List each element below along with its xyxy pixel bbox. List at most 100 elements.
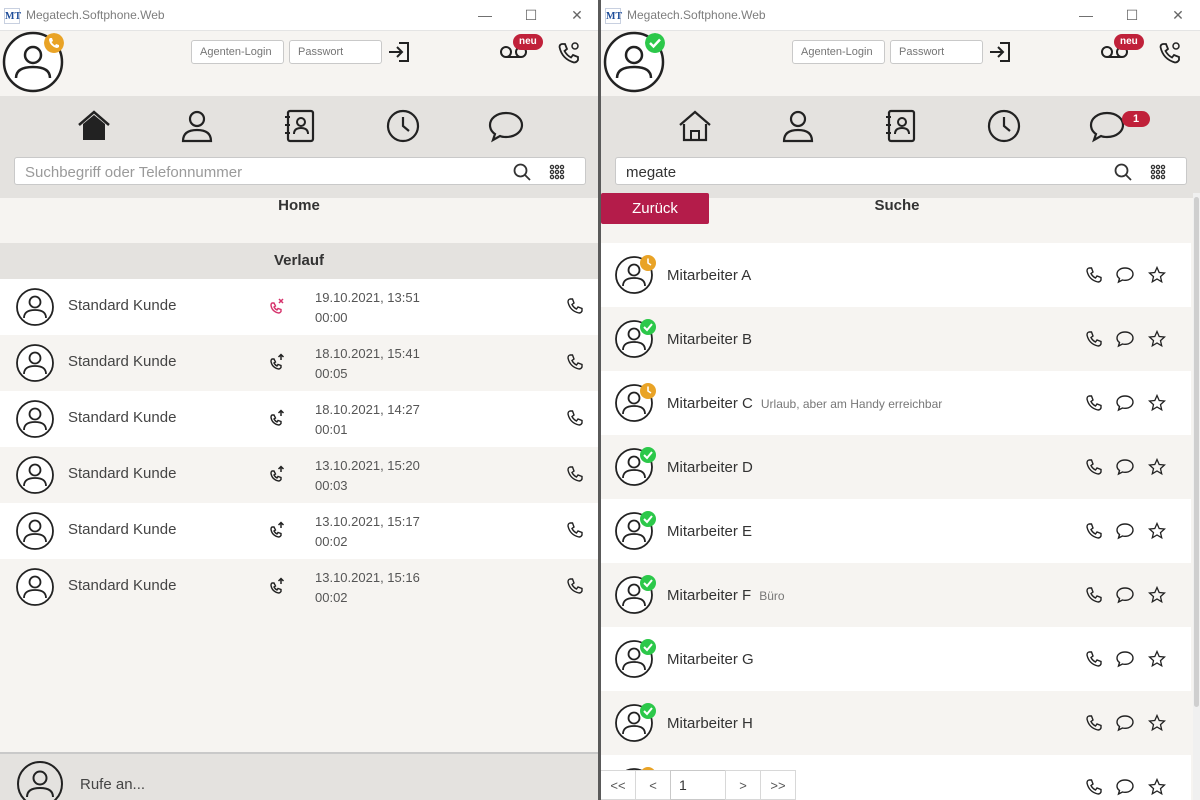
search-input[interactable] xyxy=(626,162,1086,182)
prev-page-button[interactable]: < xyxy=(635,770,671,800)
chat-icon[interactable] xyxy=(488,108,524,144)
contact-name-line: Mitarbeiter D xyxy=(667,459,761,476)
contact-row[interactable]: Mitarbeiter F Büro xyxy=(601,563,1191,627)
contact-row[interactable]: Mitarbeiter D xyxy=(601,435,1191,499)
contact-name: Standard Kunde xyxy=(68,353,177,370)
history-row[interactable]: Standard Kunde 13.10.2021, 15:17 00:02 xyxy=(0,503,598,559)
chat-icon[interactable] xyxy=(1115,778,1135,796)
favorite-star-icon[interactable] xyxy=(1148,522,1166,540)
login-icon[interactable] xyxy=(988,41,1012,63)
dialpad-icon[interactable] xyxy=(1150,164,1166,180)
scrollbar-thumb[interactable] xyxy=(1194,197,1199,707)
call-date: 13.10.2021, 15:20 xyxy=(315,458,420,473)
contact-row[interactable]: Mitarbeiter H xyxy=(601,691,1191,755)
favorite-star-icon[interactable] xyxy=(1148,714,1166,732)
chat-icon[interactable] xyxy=(1115,650,1135,668)
chat-icon[interactable] xyxy=(1115,394,1135,412)
favorite-star-icon[interactable] xyxy=(1148,394,1166,412)
call-icon[interactable] xyxy=(1085,778,1103,796)
contacts-icon[interactable] xyxy=(780,108,816,144)
call-icon[interactable] xyxy=(1085,522,1103,540)
call-icon[interactable] xyxy=(1085,458,1103,476)
search-input[interactable] xyxy=(25,162,485,182)
favorite-star-icon[interactable] xyxy=(1148,586,1166,604)
phonebook-icon[interactable] xyxy=(883,108,919,144)
call-icon[interactable] xyxy=(566,577,584,595)
call-icon[interactable] xyxy=(566,521,584,539)
history-row[interactable]: Standard Kunde 18.10.2021, 14:27 00:01 xyxy=(0,391,598,447)
call-duration: 00:02 xyxy=(315,590,348,605)
chat-icon[interactable] xyxy=(1115,714,1135,732)
window-title: Megatech.Softphone.Web xyxy=(627,8,766,22)
favorite-star-icon[interactable] xyxy=(1148,330,1166,348)
phone-settings-icon[interactable] xyxy=(1157,40,1183,66)
call-icon[interactable] xyxy=(1085,650,1103,668)
phonebook-icon[interactable] xyxy=(282,108,318,144)
favorite-star-icon[interactable] xyxy=(1148,266,1166,284)
chat-icon[interactable] xyxy=(1115,266,1135,284)
next-page-button[interactable]: > xyxy=(725,770,761,800)
maximize-button[interactable]: ☐ xyxy=(1121,4,1143,26)
call-icon[interactable] xyxy=(1085,586,1103,604)
favorite-star-icon[interactable] xyxy=(1148,778,1166,796)
close-button[interactable]: ✕ xyxy=(1167,4,1189,26)
dialpad-icon[interactable] xyxy=(549,164,565,180)
home-icon[interactable] xyxy=(677,108,713,144)
call-icon[interactable] xyxy=(1085,714,1103,732)
call-duration: 00:03 xyxy=(315,478,348,493)
chat-icon[interactable] xyxy=(1115,458,1135,476)
call-icon[interactable] xyxy=(566,409,584,427)
contact-row[interactable]: Mitarbeiter G xyxy=(601,627,1191,691)
contact-name-line: Mitarbeiter C Urlaub, aber am Handy errei… xyxy=(667,395,942,412)
chat-icon[interactable] xyxy=(1115,330,1135,348)
contacts-icon[interactable] xyxy=(179,108,215,144)
password-input[interactable] xyxy=(289,40,382,64)
outgoing-call-icon xyxy=(270,465,285,482)
contact-name-line: Mitarbeiter G xyxy=(667,651,762,668)
login-icon[interactable] xyxy=(387,41,411,63)
call-icon[interactable] xyxy=(566,297,584,315)
favorite-star-icon[interactable] xyxy=(1148,458,1166,476)
close-button[interactable]: ✕ xyxy=(566,4,588,26)
contact-row[interactable]: Mitarbeiter B xyxy=(601,307,1191,371)
history-row[interactable]: Standard Kunde 19.10.2021, 13:51 00:00 xyxy=(0,279,598,335)
outgoing-call-icon xyxy=(270,409,285,426)
status-online-icon xyxy=(640,447,656,463)
window-title: Megatech.Softphone.Web xyxy=(26,8,165,22)
agent-login-input[interactable] xyxy=(792,40,885,64)
call-icon[interactable] xyxy=(1085,330,1103,348)
search-icon[interactable] xyxy=(1114,163,1132,181)
history-row[interactable]: Standard Kunde 13.10.2021, 15:16 00:02 xyxy=(0,559,598,615)
contact-row[interactable]: Mitarbeiter E xyxy=(601,499,1191,563)
call-icon[interactable] xyxy=(1085,394,1103,412)
call-icon[interactable] xyxy=(566,353,584,371)
history-icon[interactable] xyxy=(385,108,421,144)
chat-icon[interactable] xyxy=(1115,522,1135,540)
call-icon[interactable] xyxy=(1085,266,1103,284)
status-online-icon xyxy=(640,319,656,335)
minimize-button[interactable]: — xyxy=(1075,4,1097,26)
search-icon[interactable] xyxy=(513,163,531,181)
contact-row[interactable]: Mitarbeiter C Urlaub, aber am Handy errei… xyxy=(601,371,1191,435)
call-icon[interactable] xyxy=(566,465,584,483)
maximize-button[interactable]: ☐ xyxy=(520,4,542,26)
contact-row[interactable]: Mitarbeiter A xyxy=(601,243,1191,307)
contact-avatar xyxy=(16,288,54,326)
contact-name: Standard Kunde xyxy=(68,297,177,314)
home-icon[interactable] xyxy=(76,108,112,144)
status-online-icon xyxy=(640,511,656,527)
minimize-button[interactable]: — xyxy=(474,4,496,26)
favorite-star-icon[interactable] xyxy=(1148,650,1166,668)
chat-icon[interactable] xyxy=(1089,108,1125,144)
agent-login-input[interactable] xyxy=(191,40,284,64)
page-number-input[interactable] xyxy=(670,770,726,800)
scrollbar[interactable] xyxy=(1193,193,1200,800)
history-icon[interactable] xyxy=(986,108,1022,144)
chat-icon[interactable] xyxy=(1115,586,1135,604)
last-page-button[interactable]: >> xyxy=(760,770,796,800)
password-input[interactable] xyxy=(890,40,983,64)
first-page-button[interactable]: << xyxy=(601,770,636,800)
history-row[interactable]: Standard Kunde 18.10.2021, 15:41 00:05 xyxy=(0,335,598,391)
history-row[interactable]: Standard Kunde 13.10.2021, 15:20 00:03 xyxy=(0,447,598,503)
phone-settings-icon[interactable] xyxy=(556,40,582,66)
